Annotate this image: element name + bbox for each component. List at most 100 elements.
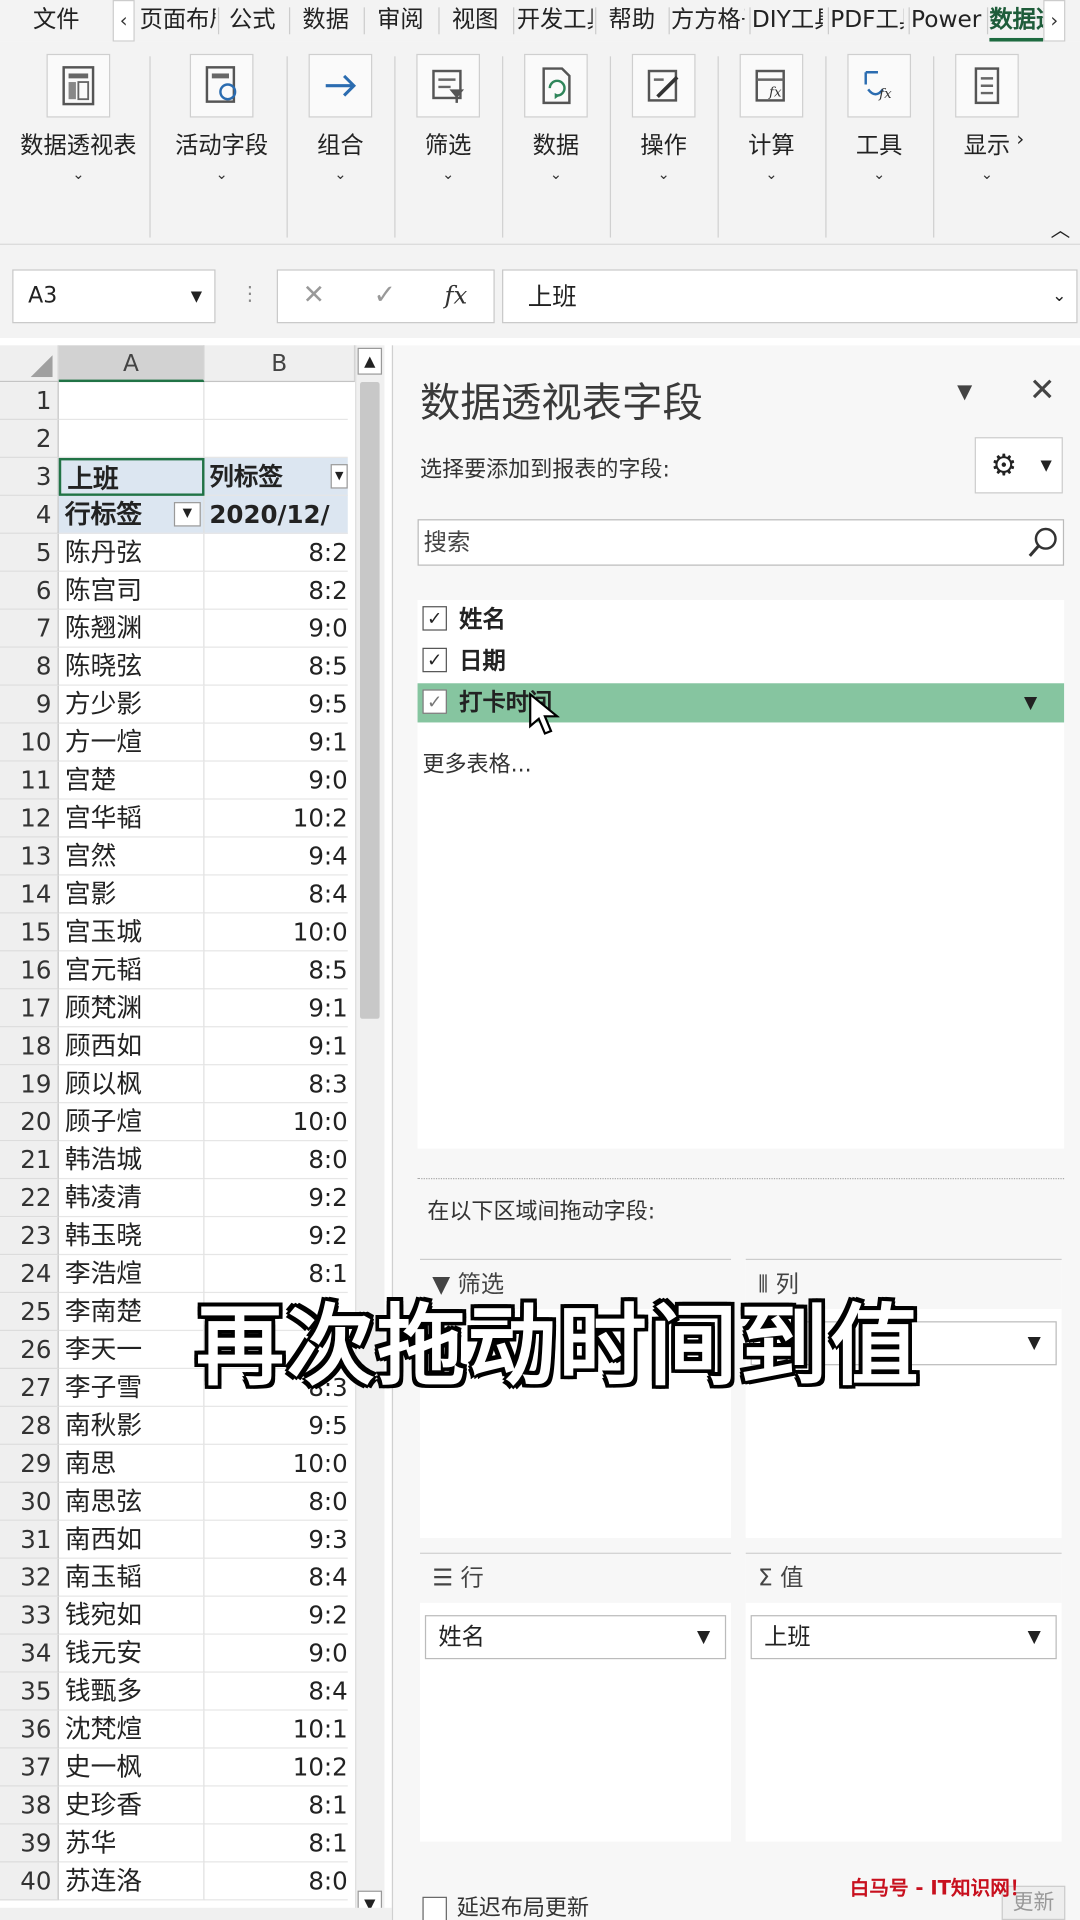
cell-b[interactable]: 9:4 bbox=[204, 838, 348, 876]
row-header[interactable]: 6 bbox=[0, 571, 59, 610]
cell-b[interactable]: 9:3 bbox=[204, 1521, 348, 1559]
cell-b[interactable]: 8:4 bbox=[204, 1673, 348, 1711]
ribbon-scroll-right-button[interactable]: › bbox=[1016, 127, 1024, 150]
chevron-down-icon[interactable]: ▼ bbox=[1028, 1322, 1041, 1364]
cell-a[interactable]: 钱甄多 bbox=[58, 1672, 205, 1711]
row-header[interactable]: 28 bbox=[0, 1406, 59, 1445]
cell-a[interactable]: 南西如 bbox=[58, 1520, 205, 1559]
cell-b[interactable] bbox=[204, 420, 348, 458]
search-icon[interactable] bbox=[1026, 525, 1060, 574]
ribbon-group-actions[interactable]: 操作 ⌄ bbox=[617, 53, 710, 238]
row-header[interactable]: 17 bbox=[0, 989, 59, 1028]
expand-formula-bar-icon[interactable]: ⌄ bbox=[1052, 271, 1066, 322]
cell-b[interactable]: 9:0 bbox=[204, 762, 348, 800]
cell-b[interactable]: 8:1 bbox=[204, 1825, 348, 1863]
ribbon-group-calculations[interactable]: fx 计算 ⌄ bbox=[725, 53, 818, 238]
cell-a[interactable]: 方一煊 bbox=[58, 723, 205, 762]
ribbon-group-tools[interactable]: fx 工具 ⌄ bbox=[833, 53, 926, 238]
tab-view[interactable]: 视图 bbox=[441, 0, 510, 42]
row-header[interactable]: 13 bbox=[0, 837, 59, 876]
row-header[interactable]: 34 bbox=[0, 1634, 59, 1673]
tab-scroll-right-button[interactable]: › bbox=[1043, 0, 1066, 42]
row-header[interactable]: 22 bbox=[0, 1179, 59, 1218]
row-header[interactable]: 11 bbox=[0, 761, 59, 800]
cell-b[interactable]: 8:2 bbox=[204, 534, 348, 572]
cell-b[interactable]: 列标签 bbox=[204, 457, 348, 496]
scroll-thumb[interactable] bbox=[360, 382, 380, 1019]
collapse-ribbon-button[interactable]: ︿ bbox=[1051, 213, 1071, 242]
vertical-scrollbar[interactable]: ▲ ▼ bbox=[355, 345, 385, 1920]
cell-b[interactable]: 9:5 bbox=[204, 1407, 348, 1445]
rows-area[interactable]: ☰ 行 姓名 ▼ bbox=[420, 1552, 732, 1842]
column-header-a[interactable]: A bbox=[58, 345, 205, 383]
row-header[interactable]: 18 bbox=[0, 1027, 59, 1066]
ribbon-group-filter[interactable]: 筛选 ⌄ bbox=[402, 53, 495, 238]
cell-a[interactable]: 沈梵煊 bbox=[58, 1710, 205, 1749]
cell-a[interactable]: 南思 bbox=[58, 1444, 205, 1483]
cell-b[interactable]: 8:5 bbox=[204, 648, 348, 686]
cell-a[interactable]: 李天一 bbox=[58, 1331, 205, 1369]
tab-pdf-tools[interactable]: PDF工具集 bbox=[830, 0, 903, 42]
cell-b[interactable]: 8:0 bbox=[204, 1483, 348, 1521]
cell-a[interactable]: 上班 bbox=[58, 457, 205, 496]
row-header[interactable]: 9 bbox=[0, 685, 59, 724]
cell-b[interactable]: 10:1 bbox=[204, 1711, 348, 1749]
row-header[interactable]: 4 bbox=[0, 495, 59, 534]
pane-options-chevron-icon[interactable]: ▼ bbox=[957, 380, 972, 403]
row-header[interactable]: 37 bbox=[0, 1748, 59, 1787]
row-header[interactable]: 26 bbox=[0, 1331, 59, 1369]
row-header[interactable]: 16 bbox=[0, 951, 59, 990]
select-all-corner[interactable] bbox=[0, 345, 59, 383]
field-item-name[interactable]: ✓ 姓名 bbox=[418, 600, 1065, 639]
row-header[interactable]: 24 bbox=[0, 1255, 59, 1294]
row-header[interactable]: 31 bbox=[0, 1520, 59, 1559]
field-item-date[interactable]: ✓ 日期 bbox=[418, 642, 1065, 681]
values-area[interactable]: Σ 值 上班 ▼ bbox=[745, 1552, 1062, 1842]
row-header[interactable]: 35 bbox=[0, 1672, 59, 1711]
row-header[interactable]: 2 bbox=[0, 420, 59, 458]
tab-developer[interactable]: 开发工具 bbox=[517, 0, 593, 42]
field-search-input[interactable]: 搜索 bbox=[417, 519, 1065, 566]
tab-ffcell[interactable]: 方方格子 bbox=[671, 0, 744, 42]
cell-b[interactable]: 10:0 bbox=[204, 1103, 348, 1142]
row-header[interactable]: 5 bbox=[0, 533, 59, 572]
checkbox-checked-icon[interactable]: ✓ bbox=[422, 606, 447, 631]
cell-a[interactable]: 宫然 bbox=[58, 837, 205, 876]
cell-b[interactable]: 9:0 bbox=[204, 1635, 348, 1673]
row-header[interactable]: 3 bbox=[0, 457, 59, 496]
column-label-filter-icon[interactable]: ▼ bbox=[330, 464, 348, 489]
tab-page-layout[interactable]: 页面布局 bbox=[140, 0, 216, 42]
cell-a[interactable]: 南秋影 bbox=[58, 1406, 205, 1445]
row-header[interactable]: 33 bbox=[0, 1596, 59, 1635]
cell-b[interactable]: 10:0 bbox=[204, 1445, 348, 1483]
cell-b[interactable]: 8:4 bbox=[204, 876, 348, 914]
cell-a[interactable]: 南玉韬 bbox=[58, 1558, 205, 1597]
row-header[interactable]: 10 bbox=[0, 723, 59, 762]
row-header[interactable]: 29 bbox=[0, 1444, 59, 1483]
tab-power-pivot[interactable]: Power Pivot bbox=[911, 0, 984, 42]
more-tables-link[interactable]: 更多表格... bbox=[422, 747, 531, 779]
cell-a[interactable]: 顾西如 bbox=[58, 1027, 205, 1066]
cell-a[interactable]: 顾梵渊 bbox=[58, 989, 205, 1028]
row-header[interactable]: 12 bbox=[0, 799, 59, 838]
cell-b[interactable]: 9:0 bbox=[204, 610, 348, 648]
row-header[interactable]: 8 bbox=[0, 647, 59, 686]
cell-a[interactable]: 顾以枫 bbox=[58, 1065, 205, 1104]
chevron-down-icon[interactable]: ▼ bbox=[697, 1616, 710, 1658]
cell-a[interactable]: 韩凌清 bbox=[58, 1179, 205, 1218]
tab-data[interactable]: 数据 bbox=[291, 0, 360, 42]
row-header[interactable]: 15 bbox=[0, 913, 59, 952]
rows-field-chip[interactable]: 姓名 ▼ bbox=[424, 1615, 727, 1660]
cell-b[interactable]: 9:1 bbox=[204, 724, 348, 762]
chevron-down-icon[interactable]: ▼ bbox=[1028, 1616, 1041, 1658]
cell-a[interactable]: 钱元安 bbox=[58, 1634, 205, 1673]
checkbox-checked-icon[interactable]: ✓ bbox=[422, 647, 447, 673]
row-header[interactable]: 38 bbox=[0, 1786, 59, 1825]
cell-a[interactable]: 苏连洛 bbox=[58, 1862, 205, 1901]
cell-b[interactable]: 2020/12/ bbox=[204, 495, 348, 534]
row-header[interactable]: 27 bbox=[0, 1368, 59, 1407]
cell-a[interactable]: 史一枫 bbox=[58, 1748, 205, 1787]
cell-a[interactable]: 宫玉城 bbox=[58, 913, 205, 952]
cell-a[interactable]: 顾子煊 bbox=[58, 1103, 205, 1142]
cell-b[interactable]: 10:0 bbox=[204, 913, 348, 952]
